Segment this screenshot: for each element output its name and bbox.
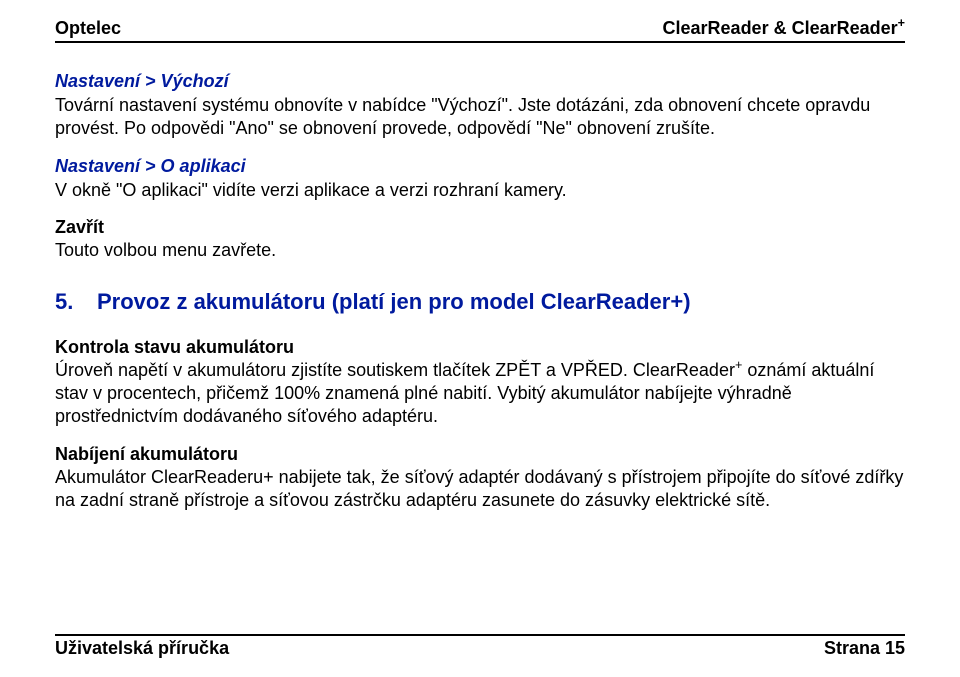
- para-close: Touto volbou menu zavřete.: [55, 239, 905, 262]
- page-header: Optelec ClearReader & ClearReader+: [55, 18, 905, 43]
- section-heading-battery: 5.Provoz z akumulátoru (platí jen pro mo…: [55, 289, 905, 315]
- section-about: Nastavení > O aplikaci V okně "O aplikac…: [55, 156, 905, 202]
- footer-right: Strana 15: [824, 638, 905, 659]
- section-close: Zavřít Touto volbou menu zavřete.: [55, 217, 905, 262]
- para-battery-pre: Úroveň napětí v akumulátoru zjistíte sou…: [55, 360, 735, 380]
- section-number: 5.: [55, 289, 97, 315]
- subheading-battery-level: Kontrola stavu akumulátoru: [55, 337, 905, 358]
- section-default: Nastavení > Výchozí Tovární nastavení sy…: [55, 71, 905, 141]
- nav-heading-default: Nastavení > Výchozí: [55, 71, 905, 92]
- header-product: ClearReader & ClearReader+: [663, 18, 905, 39]
- header-product-text: ClearReader & ClearReader: [663, 18, 898, 38]
- section-charging: Nabíjení akumulátoru Akumulátor ClearRea…: [55, 444, 905, 513]
- para-default: Tovární nastavení systému obnovíte v nab…: [55, 94, 905, 141]
- para-battery-level: Úroveň napětí v akumulátoru zjistíte sou…: [55, 359, 905, 429]
- para-about: V okně "O aplikaci" vidíte verzi aplikac…: [55, 179, 905, 202]
- para-charging: Akumulátor ClearReaderu+ nabijete tak, ž…: [55, 466, 905, 513]
- footer-left: Uživatelská příručka: [55, 638, 229, 659]
- subheading-charging: Nabíjení akumulátoru: [55, 444, 905, 465]
- subheading-close: Zavřít: [55, 217, 905, 238]
- page-footer: Uživatelská příručka Strana 15: [55, 634, 905, 659]
- header-product-sup: +: [898, 16, 905, 30]
- header-brand: Optelec: [55, 18, 121, 39]
- section-battery-level: Kontrola stavu akumulátoru Úroveň napětí…: [55, 337, 905, 429]
- section-title: Provoz z akumulátoru (platí jen pro mode…: [97, 289, 691, 314]
- nav-heading-about: Nastavení > O aplikaci: [55, 156, 905, 177]
